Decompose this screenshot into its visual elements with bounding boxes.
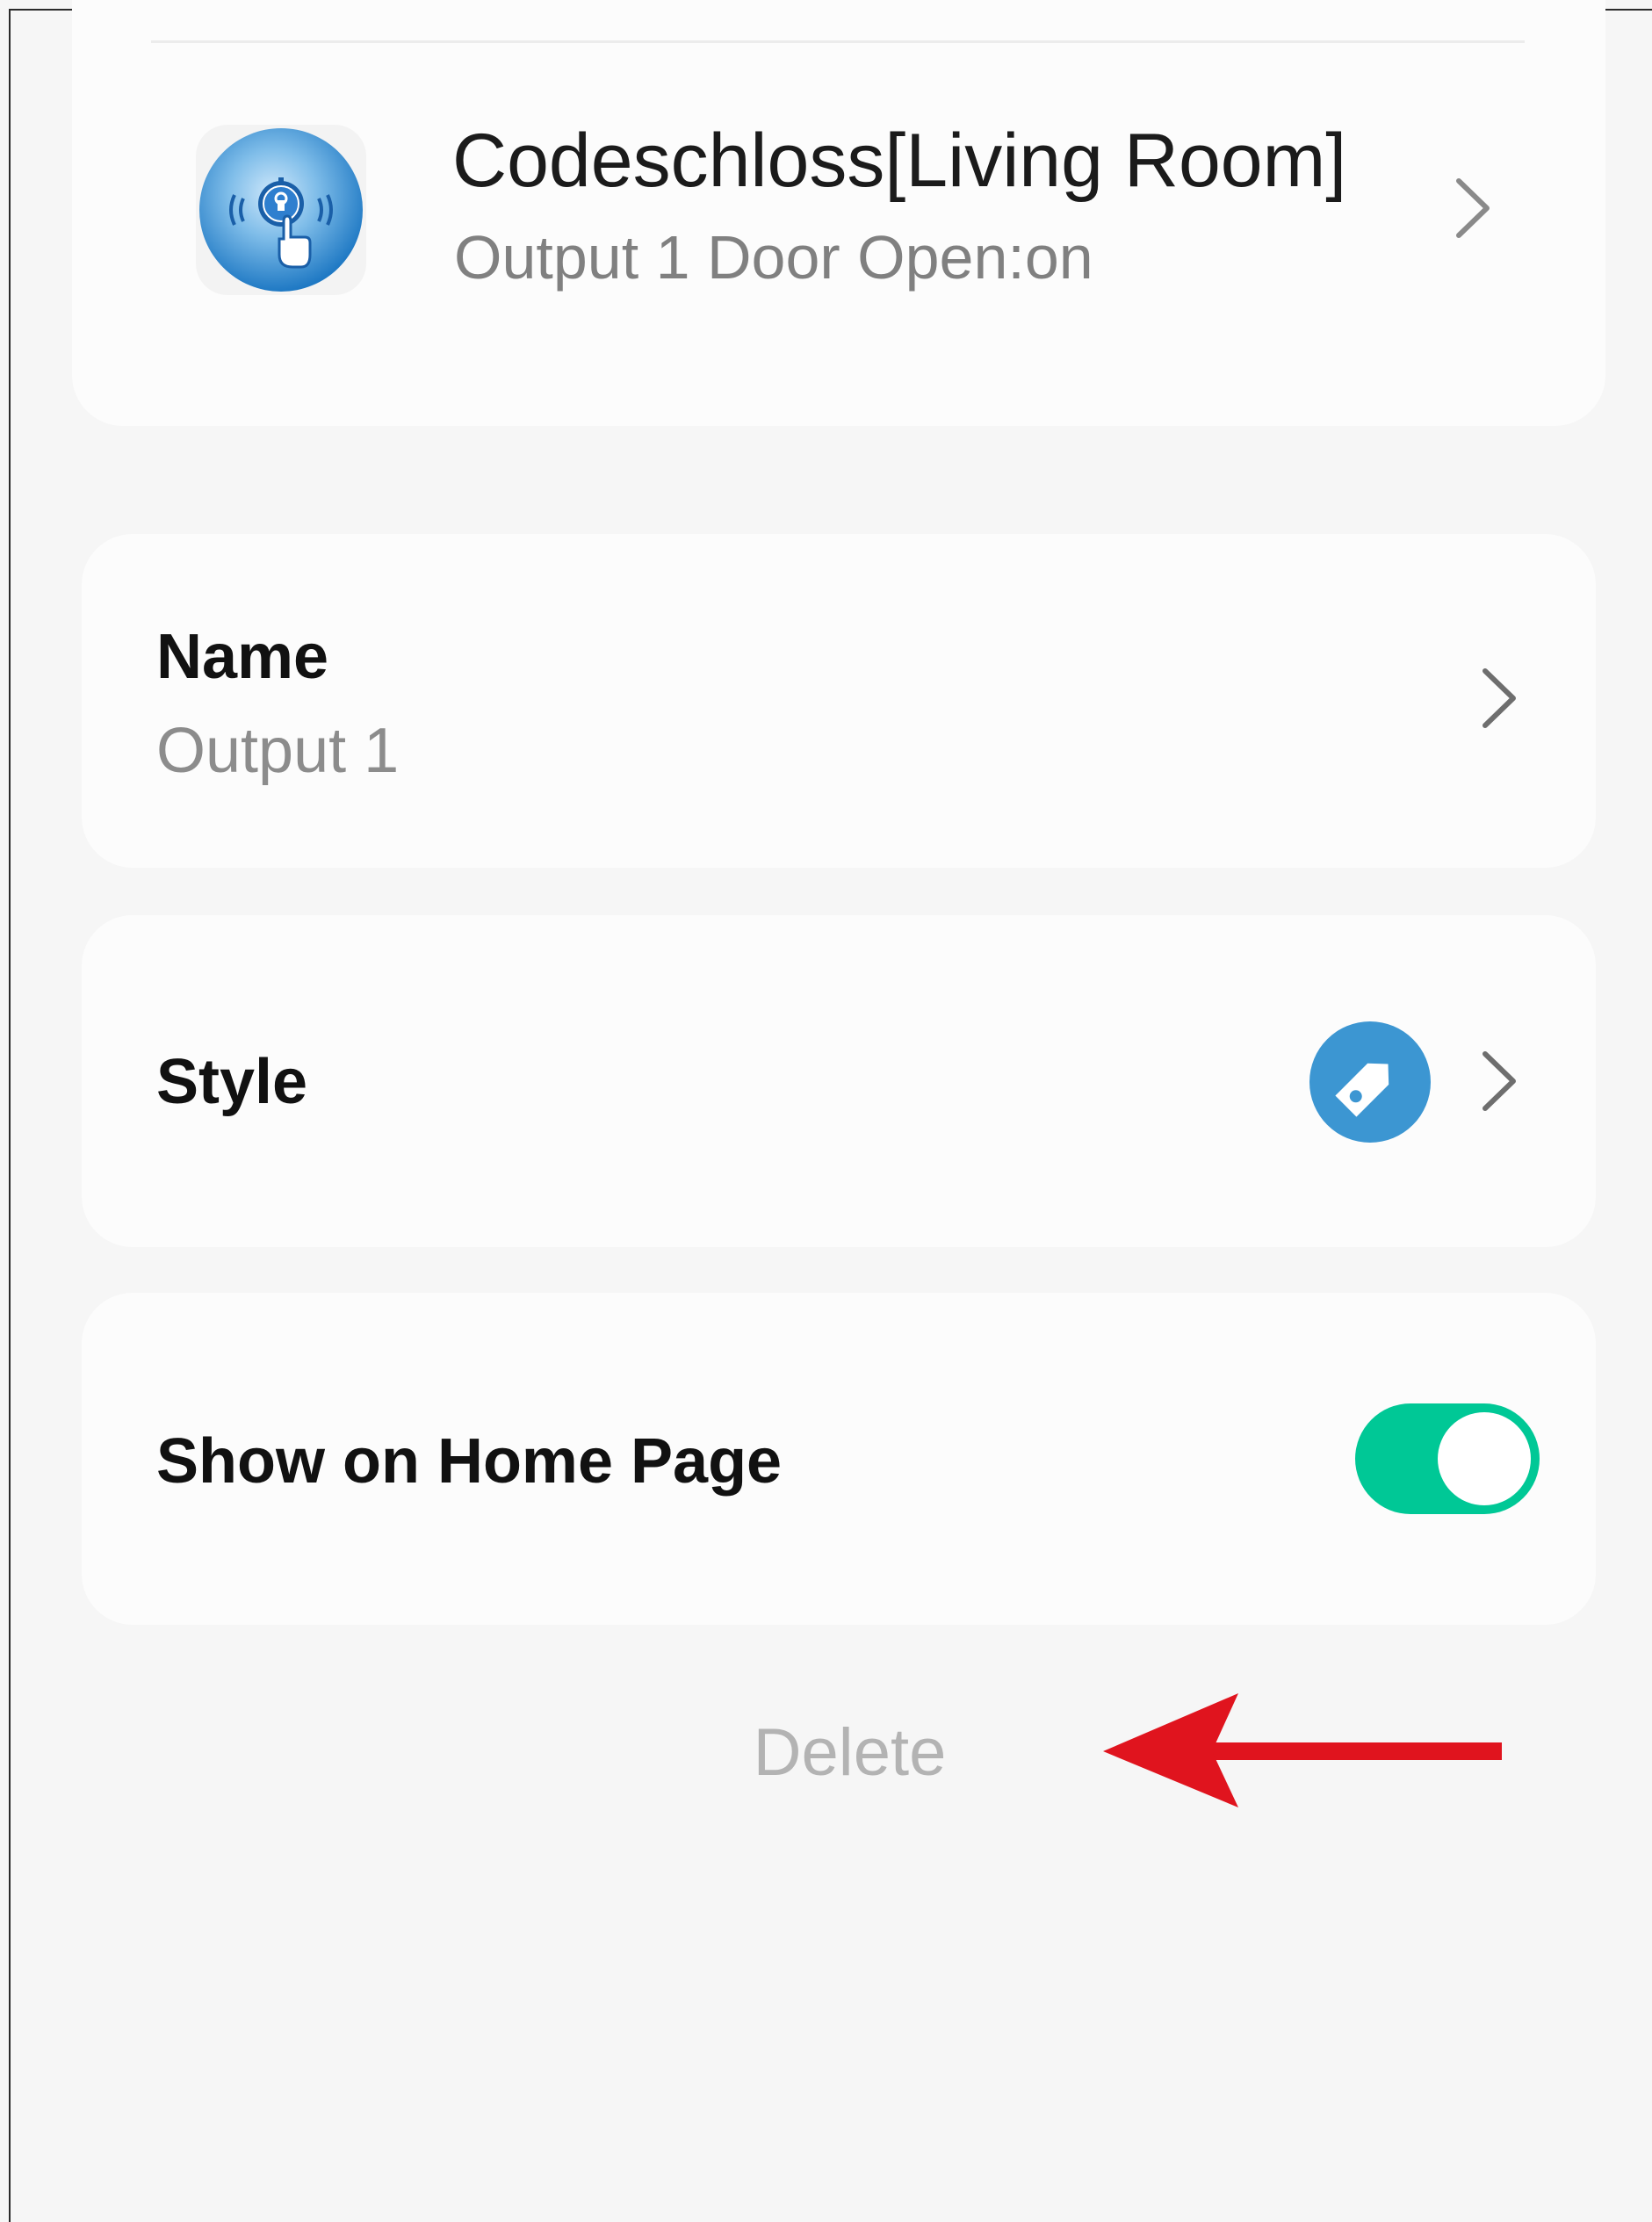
toggle-knob	[1438, 1412, 1531, 1505]
show-on-home-toggle[interactable]	[1355, 1403, 1540, 1514]
chevron-right-icon[interactable]	[1446, 169, 1499, 248]
left-arrow-annotation	[1103, 1693, 1502, 1807]
device-title: Codeschloss[Living Room]	[452, 119, 1347, 203]
style-label: Style	[156, 1047, 308, 1117]
chevron-right-icon[interactable]	[1473, 1042, 1526, 1121]
name-setting-row[interactable]	[82, 534, 1596, 868]
device-status: Output 1 Door Open:on	[454, 223, 1093, 292]
name-label: Name	[156, 622, 329, 692]
divider	[151, 40, 1525, 43]
name-value: Output 1	[156, 716, 400, 786]
device-icon-container	[196, 125, 366, 295]
show-on-home-label: Show on Home Page	[156, 1426, 783, 1497]
keypad-lock-icon	[199, 128, 363, 292]
chevron-right-icon[interactable]	[1473, 659, 1526, 738]
tag-icon	[1309, 1021, 1431, 1143]
